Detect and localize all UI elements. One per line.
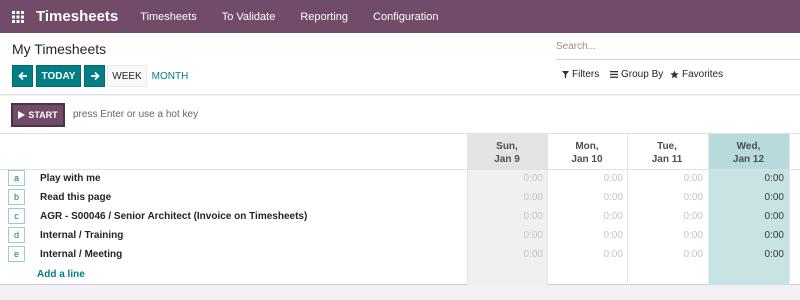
list-icon	[610, 71, 618, 78]
time-cell[interactable]: 0:00	[708, 211, 784, 222]
day-header-mon: Mon, Jan 10	[547, 140, 627, 166]
page-title: My Timesheets	[12, 41, 107, 57]
play-icon	[18, 111, 26, 119]
time-cell[interactable]: 0:00	[627, 173, 703, 184]
time-cell[interactable]: 0:00	[547, 230, 623, 241]
row-label: Read this page	[40, 192, 112, 203]
day-name: Tue,	[657, 141, 677, 152]
day-header-wed: Wed, Jan 12	[708, 140, 789, 166]
add-line-link[interactable]: Add a line	[37, 269, 85, 280]
filter-icon	[562, 70, 569, 78]
grid-row: c AGR - S00046 / Senior Architect (Invoi…	[0, 207, 800, 226]
group-by-dropdown[interactable]: Group By	[610, 69, 663, 80]
day-date: Jan 9	[494, 154, 520, 165]
hotkey-badge[interactable]: c	[8, 208, 25, 224]
search-placeholder: Search...	[556, 41, 597, 52]
nav-to-validate[interactable]: To Validate	[222, 11, 276, 23]
row-label: Internal / Training	[40, 230, 124, 241]
start-timer-button[interactable]: START	[11, 103, 65, 127]
nav-timesheets[interactable]: Timesheets	[140, 11, 196, 23]
favorites-dropdown[interactable]: Favorites	[670, 69, 723, 80]
filters-dropdown[interactable]: Filters	[562, 69, 599, 80]
month-button[interactable]: MONTH	[147, 65, 193, 87]
day-date: Jan 10	[571, 154, 603, 165]
time-cell[interactable]: 0:00	[467, 230, 543, 241]
day-name: Mon,	[575, 141, 599, 152]
next-button[interactable]	[84, 65, 105, 87]
time-cell[interactable]: 0:00	[547, 249, 623, 260]
time-cell[interactable]: 0:00	[627, 192, 703, 203]
time-cell[interactable]: 0:00	[467, 249, 543, 260]
star-icon	[670, 70, 679, 79]
today-button[interactable]: TODAY	[36, 65, 81, 87]
hotkey-hint: press Enter or use a hot key	[73, 109, 199, 120]
time-cell[interactable]: 0:00	[547, 192, 623, 203]
timesheet-grid: Sun, Jan 9 Mon, Jan 10 Tue, Jan 11 Wed, …	[0, 134, 800, 285]
day-date: Jan 11	[651, 154, 683, 165]
time-cell[interactable]: 0:00	[467, 211, 543, 222]
time-cell[interactable]: 0:00	[627, 211, 703, 222]
time-cell[interactable]: 0:00	[708, 192, 784, 203]
time-cell[interactable]: 0:00	[547, 211, 623, 222]
time-cell[interactable]: 0:00	[708, 173, 784, 184]
grid-row: b Read this page 0:00 0:00 0:00 0:00	[0, 188, 800, 207]
hotkey-badge[interactable]: d	[8, 227, 25, 243]
hotkey-badge[interactable]: b	[8, 189, 25, 205]
week-button[interactable]: WEEK	[107, 65, 147, 87]
hotkey-badge[interactable]: e	[8, 246, 25, 262]
arrow-left-icon	[17, 71, 27, 81]
day-date: Jan 12	[732, 154, 765, 165]
previous-button[interactable]	[12, 65, 33, 87]
favorites-label: Favorites	[682, 69, 724, 80]
group-by-label: Group By	[621, 69, 664, 80]
grid-row: d Internal / Training 0:00 0:00 0:00 0:0…	[0, 226, 800, 245]
time-cell[interactable]: 0:00	[627, 230, 703, 241]
start-label: START	[28, 110, 58, 120]
time-cell[interactable]: 0:00	[627, 249, 703, 260]
time-cell[interactable]: 0:00	[467, 173, 543, 184]
time-cell[interactable]: 0:00	[547, 173, 623, 184]
filters-label: Filters	[572, 69, 600, 80]
time-cell[interactable]: 0:00	[467, 192, 543, 203]
row-label: AGR - S00046 / Senior Architect (Invoice…	[40, 211, 308, 222]
day-name: Wed,	[736, 141, 761, 152]
nav-configuration[interactable]: Configuration	[373, 11, 438, 23]
row-label: Internal / Meeting	[40, 249, 123, 260]
grid-row: e Internal / Meeting 0:00 0:00 0:00 0:00	[0, 245, 800, 264]
time-cell[interactable]: 0:00	[708, 249, 784, 260]
search-input[interactable]: Search...	[556, 38, 800, 60]
row-label: Play with me	[40, 173, 101, 184]
arrow-right-icon	[90, 71, 100, 81]
day-header-tue: Tue, Jan 11	[627, 140, 707, 166]
top-navbar: Timesheets Timesheets To Validate Report…	[0, 0, 800, 33]
control-panel: My Timesheets Search... TODAY WEEK MONTH…	[0, 33, 800, 95]
grid-row: a Play with me 0:00 0:00 0:00 0:00	[0, 169, 800, 188]
day-name: Sun,	[496, 141, 518, 152]
day-header-sun: Sun, Jan 9	[467, 140, 547, 166]
nav-reporting[interactable]: Reporting	[300, 11, 348, 23]
apps-grid-icon[interactable]	[0, 0, 36, 33]
app-brand[interactable]: Timesheets	[36, 8, 118, 25]
time-cell[interactable]: 0:00	[708, 230, 784, 241]
timer-bar: START press Enter or use a hot key	[0, 96, 800, 134]
hotkey-badge[interactable]: a	[8, 170, 25, 186]
